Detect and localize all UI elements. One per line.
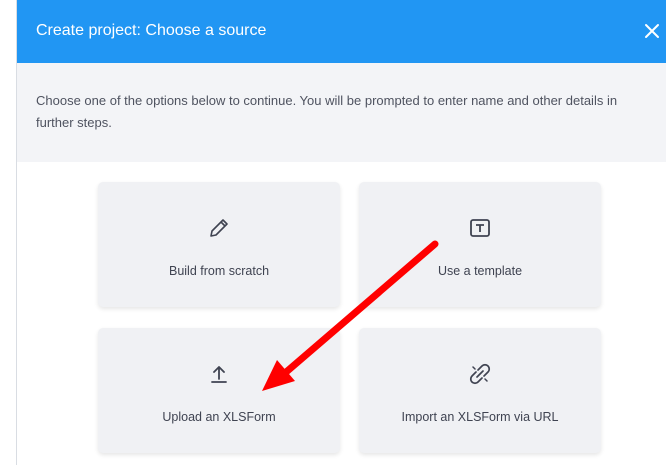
options-grid: Build from scratch Use a template Upload… (17, 162, 666, 465)
option-label: Import an XLSForm via URL (401, 410, 559, 424)
intro-text: Choose one of the options below to conti… (36, 93, 618, 130)
dialog-header: Create project: Choose a source (17, 0, 666, 63)
build-from-scratch-button[interactable]: Build from scratch (98, 182, 340, 307)
upload-icon (211, 366, 227, 383)
option-label: Upload an XLSForm (162, 410, 276, 424)
template-icon (470, 219, 490, 237)
use-template-button[interactable]: Use a template (359, 182, 601, 307)
import-xlsform-url-button[interactable]: Import an XLSForm via URL (359, 328, 601, 453)
option-label: Build from scratch (168, 264, 270, 278)
intro-section: Choose one of the options below to conti… (17, 63, 666, 162)
pencil-icon (210, 219, 228, 237)
close-icon (645, 24, 659, 38)
close-button[interactable] (639, 16, 665, 46)
dialog-title: Create project: Choose a source (36, 22, 267, 39)
link-icon (469, 363, 491, 385)
option-label: Use a template (437, 264, 523, 278)
create-project-dialog: Create project: Choose a source Choose o… (16, 0, 666, 465)
upload-xlsform-button[interactable]: Upload an XLSForm (98, 328, 340, 453)
